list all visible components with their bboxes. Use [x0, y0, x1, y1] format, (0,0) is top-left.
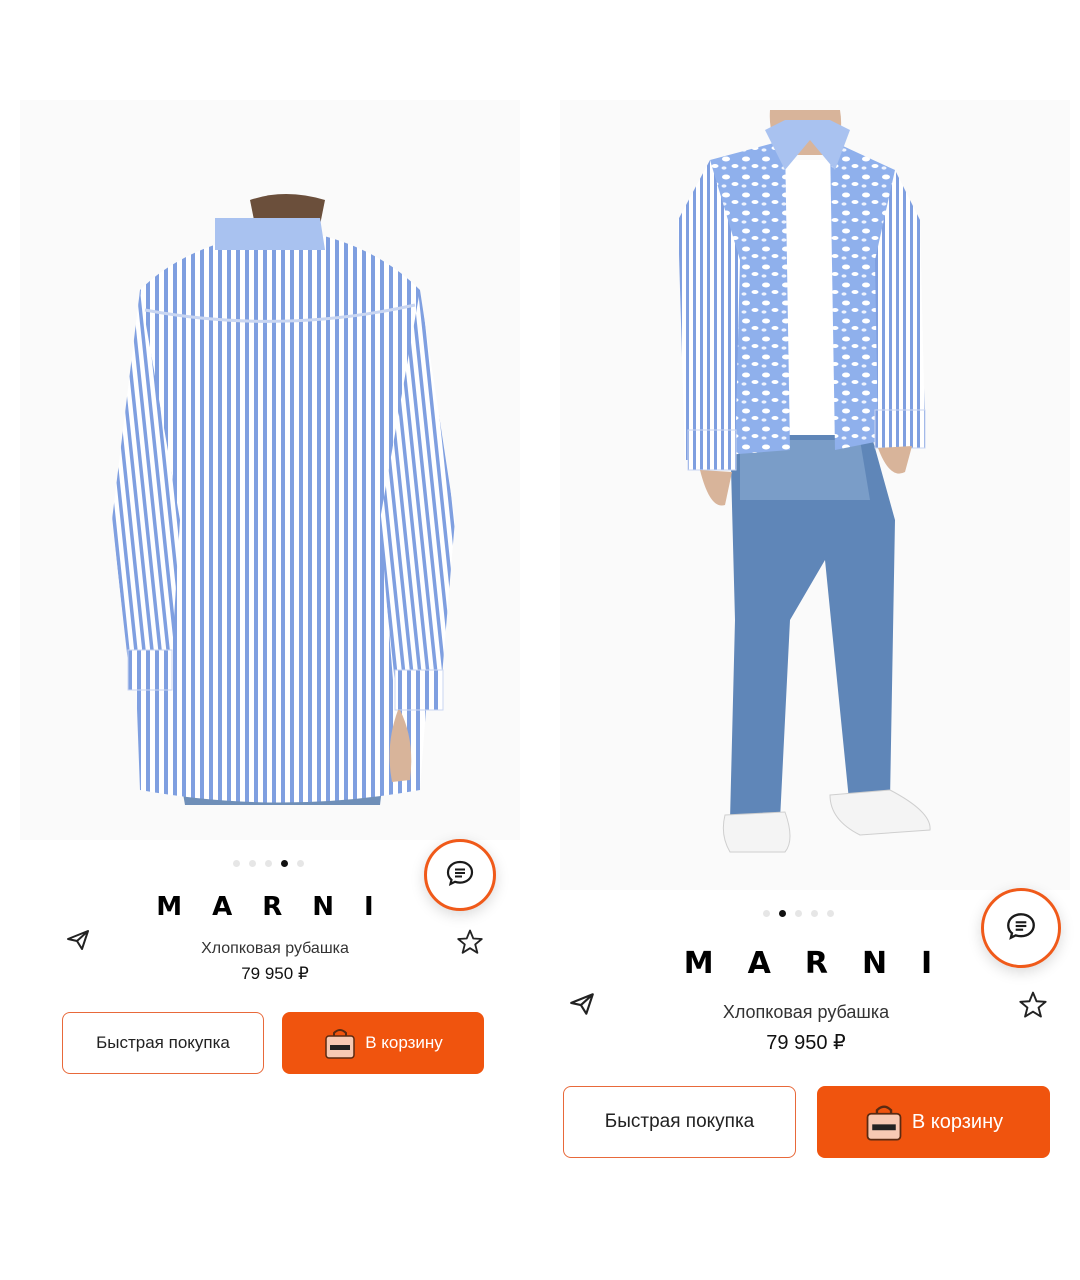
carousel-dot[interactable] — [233, 860, 240, 867]
chat-icon — [1004, 909, 1038, 948]
product-photo[interactable] — [560, 100, 1070, 890]
carousel-dots — [233, 860, 304, 867]
quick-buy-button[interactable]: Быстрая покупка — [563, 1086, 796, 1158]
star-icon — [456, 928, 484, 961]
carousel-dot[interactable] — [265, 860, 272, 867]
carousel-dot[interactable] — [811, 910, 818, 917]
shirt-back-image — [20, 100, 520, 840]
quick-buy-label: Быстрая покупка — [604, 1111, 755, 1132]
product-title[interactable]: Хлопковая рубашка — [666, 1002, 946, 1023]
brand-logo[interactable]: MARNI — [680, 946, 970, 981]
product-photo[interactable] — [20, 100, 520, 840]
carousel-dot[interactable] — [249, 860, 256, 867]
product-card-left: MARNI Хлопковая рубашка 79 950 ₽ Быстрая… — [0, 0, 540, 1280]
add-to-cart-button[interactable]: В корзину — [817, 1086, 1050, 1158]
brand-logo[interactable]: MARNI — [150, 892, 410, 922]
model-front-image — [560, 100, 1070, 890]
send-icon — [568, 990, 596, 1023]
favorite-button[interactable] — [1016, 990, 1050, 1024]
share-button[interactable] — [566, 990, 598, 1022]
carousel-dots — [763, 910, 834, 917]
shopping-bag-icon — [864, 1102, 904, 1142]
share-button[interactable] — [64, 928, 92, 956]
add-to-cart-button[interactable]: В корзину — [282, 1012, 484, 1074]
favorite-button[interactable] — [454, 928, 486, 960]
shopping-bag-icon — [323, 1026, 357, 1060]
product-price: 79 950 ₽ — [766, 1032, 846, 1054]
carousel-dot[interactable] — [297, 860, 304, 867]
carousel-dot[interactable] — [779, 910, 786, 917]
carousel-dot[interactable] — [827, 910, 834, 917]
quick-buy-button[interactable]: Быстрая покупка — [62, 1012, 264, 1074]
send-icon — [65, 927, 91, 958]
add-to-cart-label: В корзину — [365, 1033, 443, 1052]
star-icon — [1018, 990, 1048, 1025]
carousel-dot[interactable] — [795, 910, 802, 917]
carousel-dot[interactable] — [281, 860, 288, 867]
chat-button[interactable] — [981, 888, 1061, 968]
carousel-dot[interactable] — [763, 910, 770, 917]
add-to-cart-label: В корзину — [911, 1110, 1004, 1133]
chat-button[interactable] — [424, 839, 496, 911]
product-title[interactable]: Хлопковая рубашка — [150, 940, 400, 958]
chat-icon — [444, 857, 476, 894]
product-card-right: MARNI Хлопковая рубашка 79 950 ₽ Быстрая… — [540, 0, 1080, 1280]
product-price: 79 950 ₽ — [241, 964, 309, 983]
quick-buy-label: Быстрая покупка — [96, 1033, 230, 1052]
